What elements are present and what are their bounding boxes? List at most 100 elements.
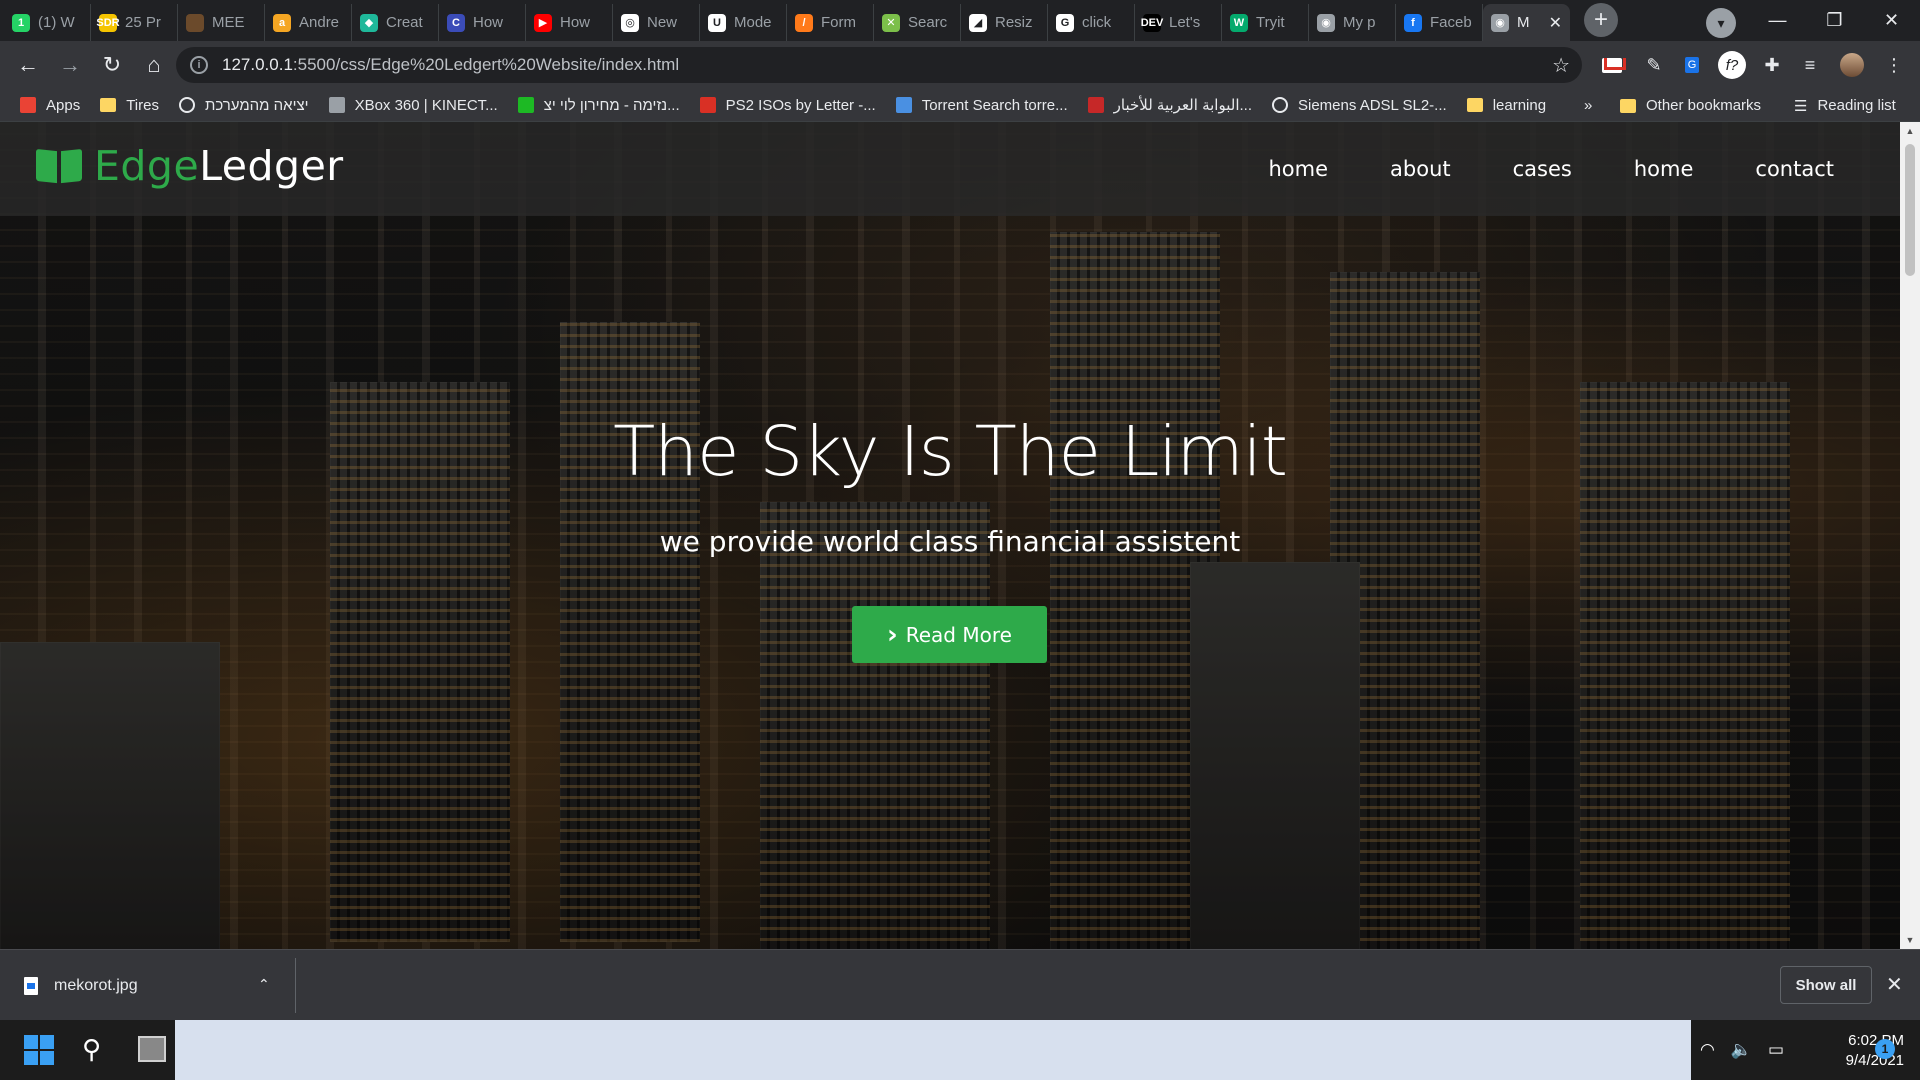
- bookmark-item[interactable]: יציאה מהמערכת: [178, 96, 309, 114]
- bookmark-item[interactable]: Torrent Search torre...: [895, 96, 1068, 114]
- bookmark-star-icon[interactable]: ☆: [1552, 53, 1570, 78]
- close-tab-icon[interactable]: ✕: [1549, 13, 1562, 33]
- tab-active[interactable]: ◉ M ✕: [1483, 4, 1570, 41]
- bookmark-label: נזימה - מחירון לוי יצ...: [543, 96, 680, 114]
- read-more-button[interactable]: › Read More: [852, 606, 1047, 663]
- bookmark-item[interactable]: Tires: [100, 97, 159, 114]
- tab[interactable]: DEV Let's: [1135, 4, 1222, 41]
- search-icon[interactable]: ⚲: [82, 1034, 101, 1065]
- nav-link-cases[interactable]: cases: [1513, 157, 1572, 181]
- minimize-button[interactable]: —: [1749, 0, 1806, 41]
- gmail-extension-button[interactable]: [1594, 47, 1630, 83]
- nav-link-home[interactable]: home: [1634, 157, 1694, 181]
- new-tab-button[interactable]: +: [1584, 2, 1618, 37]
- extensions-button[interactable]: ✚: [1754, 47, 1790, 83]
- bookmark-label: PS2 ISOs by Letter -...: [725, 96, 876, 114]
- window-controls: — ❐ ✕: [1749, 0, 1920, 41]
- download-options-button[interactable]: ⌃: [258, 976, 270, 993]
- close-window-button[interactable]: ✕: [1863, 0, 1920, 41]
- browser-menu-button[interactable]: ⋮: [1876, 47, 1912, 83]
- scroll-down-arrow[interactable]: ▼: [1905, 935, 1915, 945]
- tab[interactable]: W Tryit: [1222, 4, 1309, 41]
- media-control-button[interactable]: ≡: [1792, 47, 1828, 83]
- tab-title: Tryit: [1256, 14, 1285, 31]
- profile-button[interactable]: [1834, 47, 1870, 83]
- pen-extension-button[interactable]: ✎: [1636, 47, 1672, 83]
- bookmark-label: Tires: [126, 96, 159, 114]
- download-shelf: mekorot.jpg ⌃ Show all ✕: [0, 949, 1920, 1020]
- tab[interactable]: / Form: [787, 4, 874, 41]
- tab[interactable]: f Faceb: [1396, 4, 1483, 41]
- tab-search-button[interactable]: ▾: [1706, 8, 1736, 38]
- font-extension-button[interactable]: f?: [1714, 47, 1750, 83]
- hero-title: The Sky Is The Limit: [613, 412, 1288, 492]
- site-info-icon[interactable]: i: [190, 56, 208, 74]
- reading-list-button[interactable]: ☰ Reading list: [1794, 89, 1896, 122]
- battery-icon[interactable]: ▭: [1768, 1040, 1784, 1060]
- kebab-menu-icon: ⋮: [1885, 54, 1903, 75]
- tab[interactable]: C How: [439, 4, 526, 41]
- bookmark-item[interactable]: Apps: [20, 97, 80, 114]
- tab[interactable]: MEE: [178, 4, 265, 41]
- page-scrollbar[interactable]: ▲ ▼: [1900, 122, 1920, 949]
- tab[interactable]: ◉ My p: [1309, 4, 1396, 41]
- task-view-icon[interactable]: [138, 1036, 166, 1062]
- show-all-downloads-button[interactable]: Show all: [1780, 966, 1872, 1004]
- bookmark-item[interactable]: PS2 ISOs by Letter -...: [699, 96, 876, 114]
- home-button[interactable]: ⌂: [134, 45, 174, 85]
- nav-link-home[interactable]: home: [1269, 157, 1329, 181]
- tab-title: Faceb: [1430, 14, 1472, 31]
- tab[interactable]: ◢ Resiz: [961, 4, 1048, 41]
- translate-extension-button[interactable]: G: [1674, 47, 1710, 83]
- tab[interactable]: U Mode: [700, 4, 787, 41]
- arrow-left-icon: ←: [17, 52, 39, 77]
- close-download-shelf-button[interactable]: ✕: [1886, 972, 1903, 997]
- bookmark-label: Apps: [46, 96, 81, 114]
- restore-button[interactable]: ❐: [1806, 0, 1863, 41]
- scrollbar-thumb[interactable]: [1905, 144, 1915, 276]
- scroll-up-arrow[interactable]: ▲: [1905, 126, 1915, 136]
- bookmark-item[interactable]: البوابة العربية للأخبار...: [1087, 96, 1252, 114]
- tab[interactable]: ✕ Searc: [874, 4, 961, 41]
- site-navbar: EdgeLedger home about cases home contact: [0, 122, 1900, 216]
- tab[interactable]: ◆ Creat: [352, 4, 439, 41]
- other-bookmarks-folder[interactable]: Other bookmarks: [1620, 89, 1761, 122]
- address-bar[interactable]: i 127.0.0.1:5500/css/Edge%20Ledgert%20We…: [176, 47, 1582, 83]
- tab[interactable]: 1 (1) W: [4, 4, 91, 41]
- favicon-icon: ◢: [969, 13, 987, 32]
- download-item[interactable]: mekorot.jpg: [24, 968, 138, 1004]
- reload-button[interactable]: ↻: [92, 45, 132, 85]
- favicon-icon: ▶: [534, 13, 552, 32]
- bookmarks-bar: Apps Tires יציאה מהמערכת XBox 360 | KINECT.…: [0, 89, 1920, 122]
- tab-title: Resiz: [995, 14, 1033, 31]
- read-more-label: Read More: [905, 622, 1012, 647]
- tab-title: Form: [821, 14, 856, 31]
- bookmark-label: יציאה מהמערכת: [204, 96, 309, 114]
- volume-icon[interactable]: 🔈: [1731, 1040, 1752, 1060]
- tab[interactable]: Gclick: [1048, 4, 1135, 41]
- tab[interactable]: SDR 25 Pr: [91, 4, 178, 41]
- bookmark-item[interactable]: learning: [1466, 96, 1547, 114]
- bookmark-item[interactable]: נזימה - מחירון לוי יצ...: [517, 96, 680, 114]
- start-button[interactable]: [24, 1035, 54, 1065]
- bookmarks-overflow-button[interactable]: »: [1584, 89, 1592, 122]
- back-button[interactable]: ←: [8, 45, 48, 85]
- bookmark-item[interactable]: XBox 360 | KINECT...: [328, 97, 498, 114]
- url-text: 127.0.0.1:5500/css/Edge%20Ledgert%20Webs…: [222, 55, 680, 74]
- notification-badge[interactable]: 1: [1875, 1039, 1895, 1059]
- tab[interactable]: a Andre: [265, 4, 352, 41]
- nav-link-about[interactable]: about: [1390, 157, 1451, 181]
- favicon-icon: ◆: [360, 13, 378, 32]
- wifi-icon[interactable]: ◠: [1700, 1040, 1715, 1060]
- bookmark-item[interactable]: Siemens ADSL SL2-...: [1272, 97, 1447, 114]
- favicon-icon: C: [447, 13, 465, 32]
- bookmark-label: Torrent Search torre...: [921, 96, 1068, 114]
- site-logo[interactable]: EdgeLedger: [36, 142, 344, 190]
- tab[interactable]: ◎ New: [613, 4, 700, 41]
- bookmark-label: learning: [1492, 96, 1547, 114]
- tab[interactable]: ▶ How: [526, 4, 613, 41]
- forward-button[interactable]: →: [50, 45, 90, 85]
- image-file-icon: [24, 977, 38, 995]
- folder-icon: [1620, 98, 1636, 113]
- nav-link-contact[interactable]: contact: [1755, 157, 1834, 181]
